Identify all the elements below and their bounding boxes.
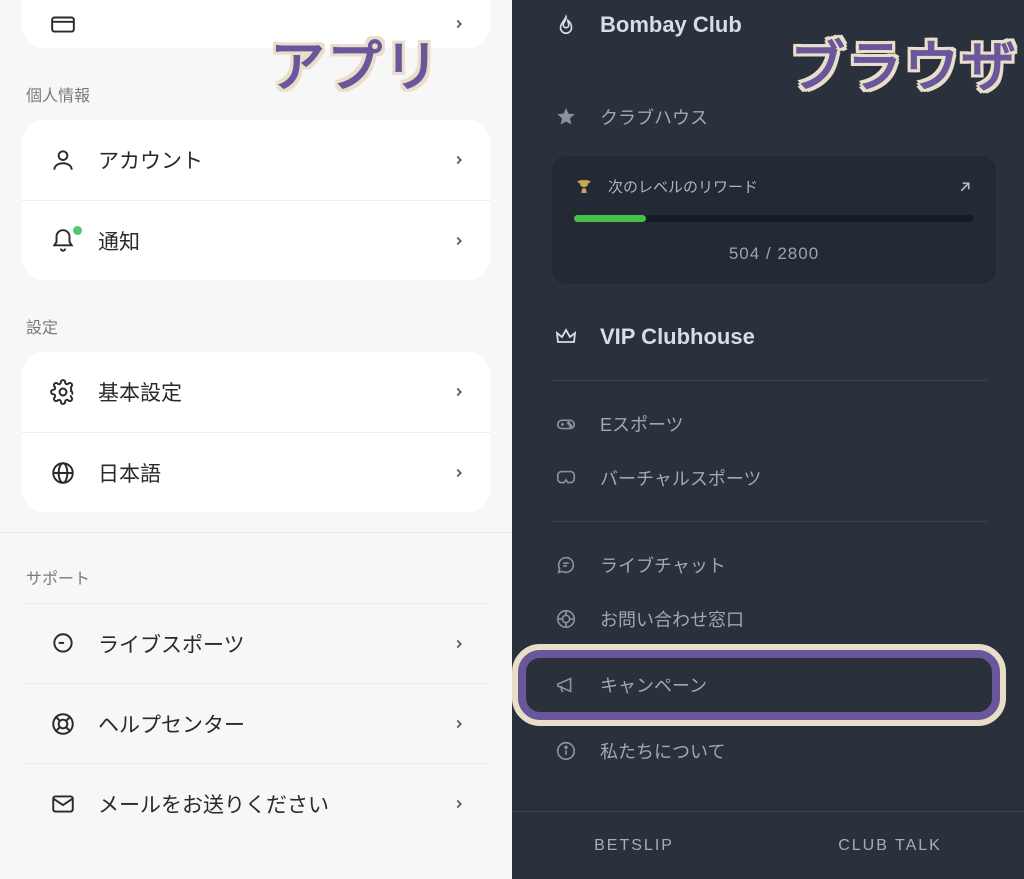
trophy-icon	[574, 177, 594, 197]
menu-item-notifications-label: 通知	[98, 226, 452, 256]
menu-item-live-sports[interactable]: ライブスポーツ	[22, 603, 490, 683]
progress-bar	[574, 215, 974, 222]
tab-clubtalk[interactable]: CLUB TALK	[838, 837, 942, 855]
chevron-right-icon	[452, 717, 466, 731]
nav-item-about-label: 私たちについて	[600, 738, 725, 764]
progress-text: 504 / 2800	[574, 244, 974, 264]
browser-nav: Bombay Club クラブハウス 次のレベルのリワード	[512, 0, 1024, 811]
nav-item-virtual-sports-label: バーチャルスポーツ	[600, 465, 761, 491]
menu-item-language[interactable]: 日本語	[22, 432, 490, 512]
info-icon	[552, 740, 580, 762]
partial-item[interactable]	[22, 0, 490, 48]
menu-item-account-label: アカウント	[98, 145, 452, 175]
section-support: サポート	[0, 551, 512, 603]
menu-item-live-sports-label: ライブスポーツ	[98, 629, 452, 659]
app-panel: 個人情報 アカウント 通知 設定 基本	[0, 0, 512, 879]
megaphone-icon	[552, 674, 580, 696]
card-personal-info: アカウント 通知	[22, 120, 490, 280]
nav-item-campaign[interactable]: キャンペーン	[526, 658, 992, 712]
section-settings: 設定	[0, 300, 512, 352]
gamepad-icon	[552, 413, 580, 435]
nav-item-clubhouse[interactable]: クラブハウス	[512, 90, 1018, 144]
section-personal-info: 個人情報	[0, 68, 512, 120]
chevron-right-icon	[452, 17, 466, 31]
chevron-right-icon	[452, 466, 466, 480]
nav-item-bombay[interactable]: Bombay Club	[512, 0, 1018, 50]
chevron-right-icon	[452, 637, 466, 651]
bell-icon	[46, 228, 80, 254]
nav-item-virtual-sports[interactable]: バーチャルスポーツ	[512, 451, 1018, 505]
menu-item-account[interactable]: アカウント	[22, 120, 490, 200]
nav-item-bombay-label: Bombay Club	[600, 12, 742, 38]
arrow-icon	[956, 178, 974, 196]
menu-item-notifications[interactable]: 通知	[22, 200, 490, 280]
chevron-right-icon	[452, 153, 466, 167]
progress-fill	[574, 215, 646, 222]
user-icon	[46, 147, 80, 173]
nav-item-vip[interactable]: VIP Clubhouse	[512, 310, 1018, 364]
vr-icon	[552, 467, 580, 489]
highlight-campaign: キャンペーン	[518, 650, 1000, 720]
card-settings: 基本設定 日本語	[22, 352, 490, 512]
nav-item-vip-label: VIP Clubhouse	[600, 324, 755, 350]
menu-item-help-center[interactable]: ヘルプセンター	[22, 683, 490, 763]
gear-icon	[46, 379, 80, 405]
divider	[552, 521, 988, 522]
menu-item-preferences[interactable]: 基本設定	[22, 352, 490, 432]
nav-item-esports[interactable]: Eスポーツ	[512, 397, 1018, 451]
tab-betslip[interactable]: BETSLIP	[594, 837, 674, 855]
chevron-right-icon	[452, 797, 466, 811]
bottom-tabs: BETSLIP CLUB TALK	[512, 811, 1024, 879]
nav-item-live-chat[interactable]: ライブチャット	[512, 538, 1018, 592]
credit-card-icon	[46, 11, 80, 37]
crown-icon	[552, 325, 580, 349]
nav-item-clubhouse-label: クラブハウス	[600, 104, 708, 130]
divider	[552, 380, 988, 381]
globe-icon	[46, 460, 80, 486]
menu-item-email-us[interactable]: メールをお送りください	[22, 763, 490, 843]
nav-item-esports-label: Eスポーツ	[600, 411, 684, 437]
chat-icon	[46, 631, 80, 657]
menu-item-language-label: 日本語	[98, 458, 452, 488]
nav-item-campaign-label: キャンペーン	[600, 672, 707, 698]
nav-item-about[interactable]: 私たちについて	[512, 724, 1018, 778]
lifebuoy-icon	[46, 711, 80, 737]
nav-item-live-chat-label: ライブチャット	[600, 552, 726, 578]
card-support: ライブスポーツ ヘルプセンター メールをお送りください	[22, 603, 490, 843]
nav-item-contact[interactable]: お問い合わせ窓口	[512, 592, 1018, 646]
chat-bubble-icon	[552, 554, 580, 576]
top-card-partial	[22, 0, 490, 48]
chevron-right-icon	[452, 234, 466, 248]
reward-label: 次のレベルのリワード	[608, 176, 758, 197]
notification-dot	[73, 226, 82, 235]
reward-card[interactable]: 次のレベルのリワード 504 / 2800	[552, 156, 996, 284]
menu-item-help-center-label: ヘルプセンター	[98, 709, 452, 739]
menu-item-email-us-label: メールをお送りください	[98, 789, 452, 819]
chevron-right-icon	[452, 385, 466, 399]
browser-panel: Bombay Club クラブハウス 次のレベルのリワード	[512, 0, 1024, 879]
nav-item-contact-label: お問い合わせ窓口	[600, 606, 744, 632]
help-icon	[552, 608, 580, 630]
mail-icon	[46, 791, 80, 817]
fire-icon	[552, 14, 580, 36]
menu-item-preferences-label: 基本設定	[98, 377, 452, 407]
star-icon	[552, 106, 580, 128]
